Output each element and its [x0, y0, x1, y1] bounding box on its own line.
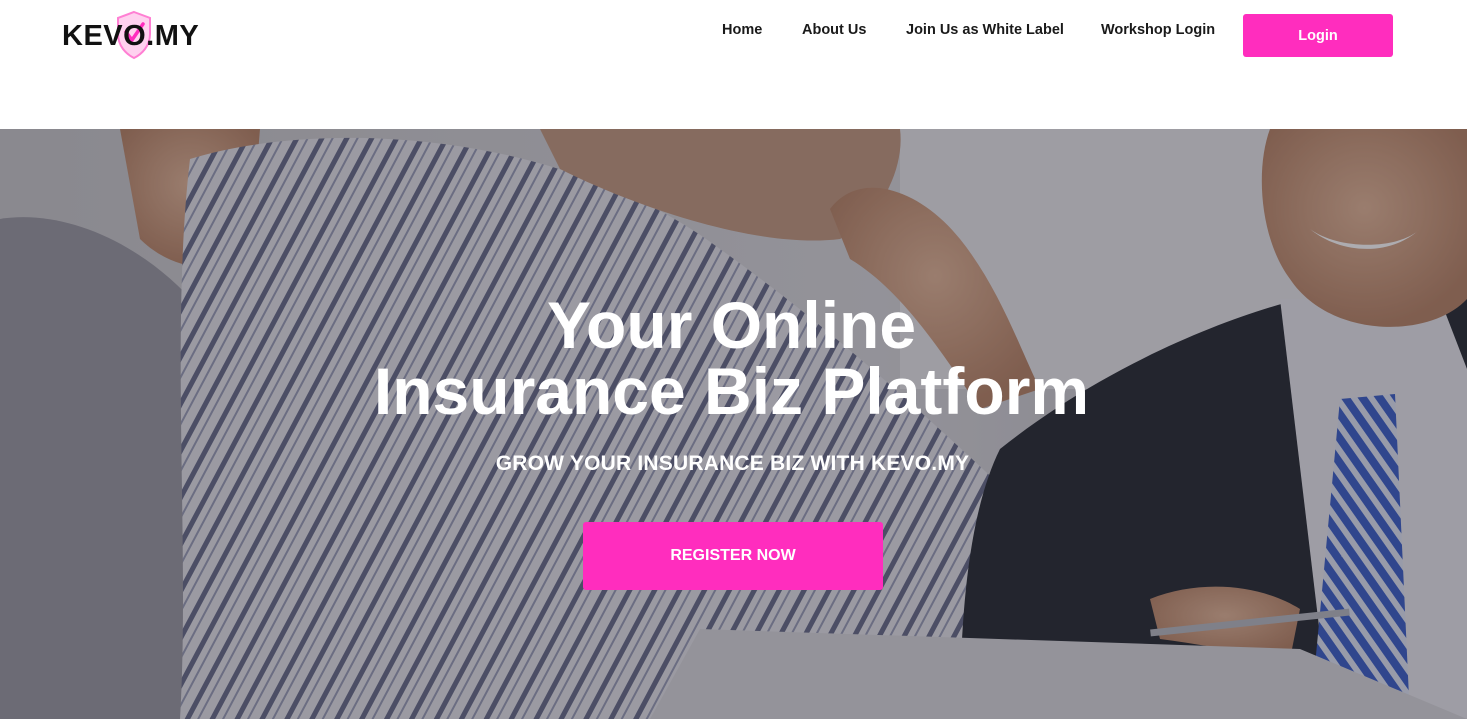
hero-title: Your Online Insurance Biz Platform: [0, 292, 1463, 424]
kevo-logo[interactable]: KEVO.MY: [62, 10, 207, 62]
hero-section: Your Online Insurance Biz Platform GROW …: [0, 129, 1467, 719]
hero-content: Your Online Insurance Biz Platform GROW …: [0, 129, 1467, 719]
logo-text: KEVO.MY: [62, 19, 200, 52]
register-now-button[interactable]: REGISTER NOW: [583, 522, 883, 590]
nav-workshop-login-link[interactable]: Workshop Login: [1101, 22, 1215, 38]
hero-title-line-1: Your Online: [546, 288, 917, 362]
nav-home-link[interactable]: Home: [722, 22, 762, 38]
hero-title-line-2: Insurance Biz Platform: [373, 354, 1090, 428]
nav-about-link[interactable]: About Us: [802, 22, 866, 38]
login-button[interactable]: Login: [1243, 14, 1393, 57]
site-header: KEVO.MY Home About Us Join Us as White L…: [0, 0, 1467, 129]
nav-white-label-link[interactable]: Join Us as White Label: [906, 22, 1064, 38]
hero-subtitle: GROW YOUR INSURANCE BIZ WITH KEVO.MY: [495, 452, 970, 475]
